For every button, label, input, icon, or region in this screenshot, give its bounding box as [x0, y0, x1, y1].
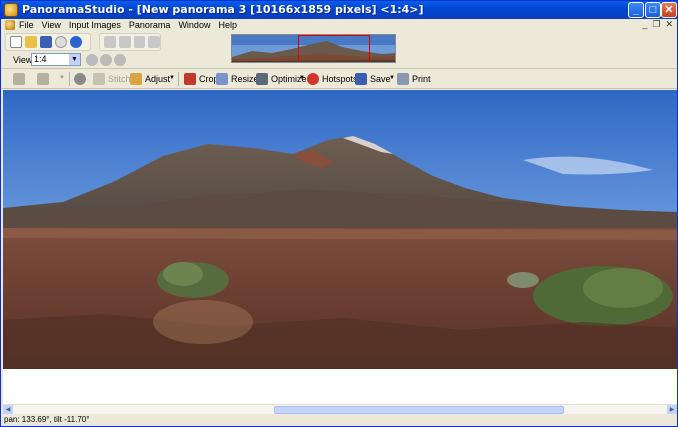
adjust-label: Adjust — [145, 74, 171, 84]
image-icon[interactable] — [37, 73, 49, 85]
window-title: PanoramaStudio - [New panorama 3 [10166x… — [22, 3, 424, 16]
print-button[interactable]: Print — [397, 72, 431, 86]
navigator-selection[interactable] — [298, 35, 370, 62]
horizontal-scrollbar[interactable]: ◀ ▶ — [3, 404, 677, 415]
adjust-dropdown-icon[interactable]: ▼ — [169, 75, 175, 81]
scroll-thumb[interactable] — [274, 406, 564, 414]
status-bar: pan: 133.69°, tilt -11.70° — [1, 414, 677, 426]
mdi-minimize-button[interactable]: _ — [642, 19, 647, 30]
zoom-value: 1:4 — [34, 54, 47, 64]
menu-bar: File View Input Images Panorama Window H… — [1, 19, 677, 31]
save-dropdown-icon[interactable]: ▼ — [389, 75, 395, 81]
title-bar[interactable]: PanoramaStudio - [New panorama 3 [10166x… — [1, 1, 677, 19]
maximize-button[interactable]: □ — [645, 2, 661, 18]
chevron-down-icon[interactable]: ▼ — [69, 54, 80, 65]
panorama-canvas[interactable] — [3, 90, 677, 369]
crop-icon — [184, 73, 196, 85]
toolbar-separator — [69, 72, 70, 86]
save-button[interactable]: Save — [355, 72, 391, 86]
file-toolbar — [5, 33, 91, 51]
print-label: Print — [412, 74, 431, 84]
chevron-down-icon[interactable]: ▼ — [59, 75, 65, 81]
save-label: Save — [370, 74, 391, 84]
menu-view[interactable]: View — [42, 19, 61, 31]
optimize-dropdown-icon[interactable]: ▼ — [299, 75, 305, 81]
zoom-out-icon[interactable] — [100, 54, 112, 66]
hotspots-button[interactable]: Hotspots — [307, 72, 358, 86]
menu-input-images[interactable]: Input Images — [69, 19, 121, 31]
menu-panorama[interactable]: Panorama — [129, 19, 171, 31]
rotate-left-icon[interactable] — [118, 36, 131, 48]
app-window: PanoramaStudio - [New panorama 3 [10166x… — [0, 0, 678, 427]
resize-icon — [216, 73, 228, 85]
zoom-select[interactable]: 1:4 ▼ — [31, 53, 81, 66]
mirror-icon[interactable] — [104, 36, 116, 48]
panorama-image — [3, 90, 677, 369]
optimize-icon — [256, 73, 268, 85]
zoom-fit-icon[interactable] — [114, 54, 126, 66]
zoom-in-icon[interactable] — [86, 54, 98, 66]
panorama-navigator[interactable] — [231, 34, 396, 63]
info-icon[interactable] — [55, 36, 67, 48]
folder-icon[interactable] — [13, 73, 25, 85]
rotate-right-icon[interactable] — [133, 36, 146, 48]
mdi-close-button[interactable]: ✕ — [665, 19, 673, 30]
app-icon[interactable] — [4, 3, 18, 17]
hotspots-icon — [307, 73, 319, 85]
save-icon — [355, 73, 367, 85]
flip-icon[interactable] — [148, 36, 160, 48]
help-icon[interactable] — [70, 36, 82, 48]
mdi-restore-button[interactable]: ❐ — [652, 19, 660, 30]
menu-help[interactable]: Help — [218, 19, 237, 31]
close-button[interactable]: ✕ — [661, 2, 677, 18]
adjust-button[interactable]: Adjust — [130, 72, 170, 86]
settings-icon[interactable] — [74, 73, 86, 85]
resize-label: Resize — [231, 74, 259, 84]
canvas-background — [3, 369, 677, 404]
image-toolbar — [99, 33, 161, 51]
stitch-icon — [93, 73, 105, 85]
stitch-button[interactable]: Stitch — [93, 72, 131, 86]
hotspots-label: Hotspots — [322, 74, 358, 84]
crop-button[interactable]: Crop — [184, 72, 219, 86]
toolbar-separator — [178, 72, 179, 86]
adjust-icon — [130, 73, 142, 85]
resize-button[interactable]: Resize — [216, 72, 259, 86]
menu-file[interactable]: File — [19, 19, 34, 31]
open-folder-icon[interactable] — [25, 36, 37, 48]
document-icon[interactable] — [5, 20, 15, 30]
new-icon[interactable] — [10, 36, 22, 48]
minimize-button[interactable]: _ — [628, 2, 644, 18]
print-icon — [397, 73, 409, 85]
top-toolbar: View: 1:4 ▼ — [1, 31, 677, 69]
menu-window[interactable]: Window — [178, 19, 210, 31]
stitch-label: Stitch — [108, 74, 131, 84]
status-text: pan: 133.69°, tilt -11.70° — [4, 415, 90, 424]
save-disk-icon[interactable] — [40, 36, 52, 48]
main-toolbar: ▼ Stitch Adjust ▼ Crop Resize Optimize ▼… — [1, 69, 677, 89]
